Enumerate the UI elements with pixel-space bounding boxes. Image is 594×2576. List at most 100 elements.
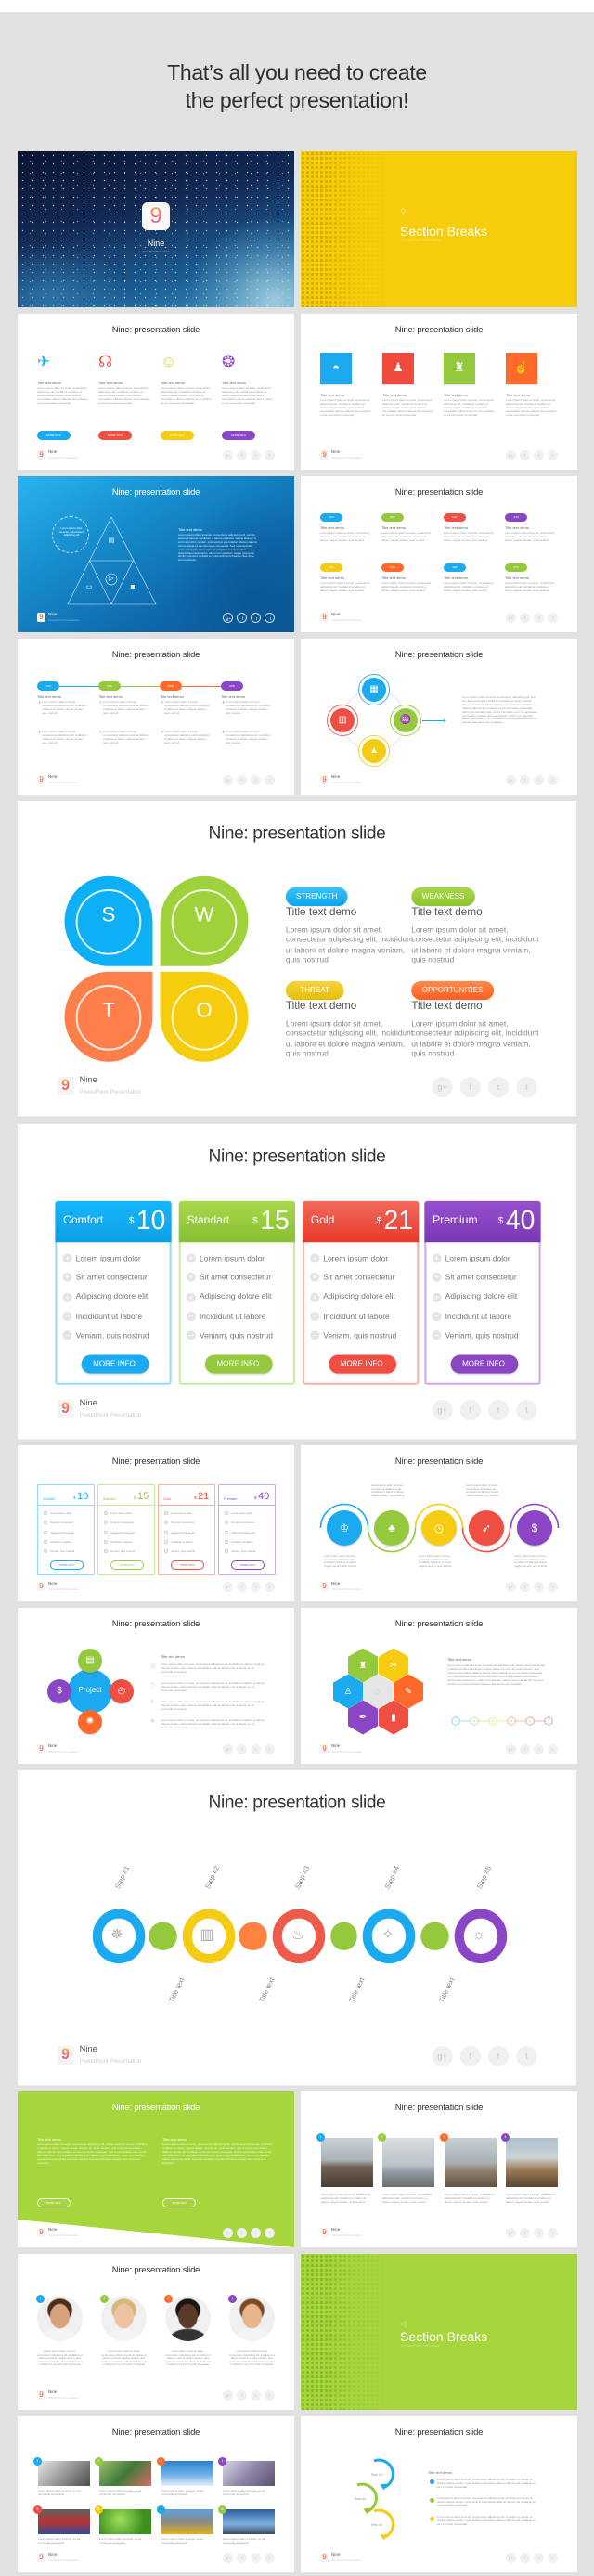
google-plus-button[interactable]: g+	[223, 450, 233, 460]
twitter-button[interactable]: t	[488, 1076, 510, 1098]
google-plus-button[interactable]: g+	[223, 1744, 233, 1754]
google-plus-button[interactable]: g+	[223, 1582, 233, 1592]
google-plus-button[interactable]: g+	[223, 775, 233, 785]
tumblr-button[interactable]: t	[548, 450, 558, 460]
facebook-button[interactable]: f	[520, 613, 530, 623]
google-plus-button[interactable]: g+	[506, 1582, 516, 1592]
facebook-button[interactable]: f	[237, 2228, 247, 2238]
more-info-button[interactable]: MORE INFO	[161, 431, 194, 440]
google-plus-button[interactable]: g+	[432, 2045, 453, 2067]
months-slide[interactable]: Nine: presentation slide JAN Title text de…	[301, 476, 577, 632]
tumblr-button[interactable]: t	[516, 1399, 537, 1421]
more-info-button[interactable]: MORE INFO	[80, 1354, 148, 1374]
swot-petal-s[interactable]: S	[64, 875, 153, 966]
tumblr-button[interactable]: t	[516, 2045, 537, 2067]
section-break-green-slide[interactable]: ◁ Section Breaks X-PowerPoint Presentation	[301, 2254, 577, 2410]
google-plus-button[interactable]: g+	[506, 1744, 516, 1754]
twitter-button[interactable]: t	[251, 450, 261, 460]
tumblr-button[interactable]: t	[265, 613, 275, 623]
step-ring[interactable]: ✧	[362, 1909, 416, 1964]
tumblr-button[interactable]: t	[548, 613, 558, 623]
twitter-button[interactable]: t	[251, 775, 261, 785]
twitter-button[interactable]: t	[534, 450, 544, 460]
step-ring[interactable]: ▥	[181, 1909, 235, 1964]
more-info-button[interactable]: MORE INFO	[110, 1560, 144, 1570]
team-portraits-slide[interactable]: Nine: presentation slide 1 Lorem ipsum dol…	[18, 2254, 294, 2410]
twitter-button[interactable]: t	[251, 2390, 261, 2401]
google-plus-button[interactable]: g+	[506, 2553, 516, 2563]
timeline-slide[interactable]: Nine: presentation slide JAN Title text de…	[18, 639, 294, 795]
photo-grid-slide[interactable]: Nine: presentation slide 1 Lorem ipsum dol…	[18, 2416, 294, 2572]
twitter-button[interactable]: t	[251, 1744, 261, 1754]
twitter-button[interactable]: t	[488, 2045, 510, 2067]
swot-slide[interactable]: Nine: presentation slide S W T O STRENGTH Titl…	[18, 801, 576, 1117]
facebook-button[interactable]: f	[237, 450, 247, 460]
tumblr-button[interactable]: t	[265, 450, 275, 460]
more-info-button[interactable]: MORE INFO	[328, 1354, 396, 1374]
more-info-button[interactable]: MORE INFO	[98, 431, 132, 440]
more-info-button[interactable]: MORE INFO	[449, 1354, 518, 1374]
facebook-button[interactable]: f	[237, 1582, 247, 1592]
facebook-button[interactable]: f	[237, 2553, 247, 2563]
facebook-button[interactable]: f	[237, 2390, 247, 2401]
tumblr-button[interactable]: t	[548, 1744, 558, 1754]
facebook-button[interactable]: f	[459, 1076, 481, 1098]
icons-slide[interactable]: Nine: presentation slide ✈ Title text demo…	[18, 314, 294, 470]
colored-squares-slide[interactable]: Nine: presentation slide ◓ Title text demo…	[301, 314, 577, 470]
tumblr-button[interactable]: t	[548, 2228, 558, 2238]
twitter-button[interactable]: t	[251, 2553, 261, 2563]
tumblr-button[interactable]: t	[265, 2390, 275, 2401]
facebook-button[interactable]: f	[520, 2228, 530, 2238]
triangle-diagram-slide[interactable]: Nine: presentation slide Lorem ipsum dolo…	[18, 476, 294, 632]
twitter-button[interactable]: t	[534, 1582, 544, 1592]
tumblr-button[interactable]: t	[265, 2228, 275, 2238]
google-plus-button[interactable]: g+	[506, 450, 516, 460]
google-plus-button[interactable]: g+	[223, 613, 233, 623]
facebook-button[interactable]: f	[520, 775, 530, 785]
photo-cards-slide[interactable]: Nine: presentation slide 1 Lorem ipsum dol…	[301, 2091, 577, 2247]
step-ring[interactable]: ✵	[91, 1909, 145, 1964]
tumblr-button[interactable]: t	[548, 775, 558, 785]
green-two-column-slide[interactable]: Nine: presentation slide Title text demo L…	[18, 2091, 294, 2247]
wave-circles-slide[interactable]: Nine: presentation slide ♔ Lorem ipsum dol…	[301, 1445, 577, 1601]
more-info-button[interactable]: MORE INFO	[203, 1354, 272, 1374]
more-info-button[interactable]: MORE INFO	[37, 2198, 71, 2207]
steps-timeline-slide[interactable]: Nine: presentation slide ✵ Step #1 Title te…	[18, 1770, 576, 2086]
facebook-button[interactable]: f	[237, 613, 247, 623]
pricing-outline-slide[interactable]: Nine: presentation slide Comfort $10 Lorem …	[18, 1445, 294, 1601]
cycle-diagram-slide[interactable]: Nine: presentation slide ▦ ▥ ♒ ▲ Lorem ipsum …	[301, 639, 577, 795]
twitter-button[interactable]: t	[251, 613, 261, 623]
facebook-button[interactable]: f	[520, 1744, 530, 1754]
tumblr-button[interactable]: t	[265, 2553, 275, 2563]
google-plus-button[interactable]: g+	[223, 2228, 233, 2238]
google-plus-button[interactable]: g+	[223, 2553, 233, 2563]
twitter-button[interactable]: t	[534, 2228, 544, 2238]
twitter-button[interactable]: t	[534, 1744, 544, 1754]
step-ring[interactable]: ☼	[453, 1909, 507, 1964]
cycle-steps-slide[interactable]: Nine: presentation slide Step #1 Step #2 St…	[301, 2416, 577, 2572]
twitter-button[interactable]: t	[534, 2553, 544, 2563]
tumblr-button[interactable]: t	[265, 1582, 275, 1592]
swot-petal-t[interactable]: T	[64, 971, 153, 1062]
twitter-button[interactable]: t	[251, 1582, 261, 1592]
facebook-button[interactable]: f	[459, 1399, 481, 1421]
google-plus-button[interactable]: g+	[506, 613, 516, 623]
google-plus-button[interactable]: g+	[432, 1076, 453, 1098]
google-plus-button[interactable]: g+	[432, 1399, 453, 1421]
facebook-button[interactable]: f	[520, 2553, 530, 2563]
more-info-button[interactable]: MORE INFO	[222, 431, 255, 440]
facebook-button[interactable]: f	[520, 450, 530, 460]
twitter-button[interactable]: t	[251, 2228, 261, 2238]
section-break-yellow-slide[interactable]: ⚲ Section Breaks X-PowerPoint Presentation	[301, 151, 577, 307]
swot-petal-o[interactable]: O	[160, 971, 249, 1062]
more-info-button[interactable]: MORE INFO	[231, 1560, 265, 1570]
twitter-button[interactable]: t	[534, 613, 544, 623]
twitter-button[interactable]: t	[488, 1399, 510, 1421]
facebook-button[interactable]: f	[237, 775, 247, 785]
tumblr-button[interactable]: t	[516, 1076, 537, 1098]
tumblr-button[interactable]: t	[548, 1582, 558, 1592]
cover-slide[interactable]: 9 Nine PowerPoint Presentation	[18, 151, 294, 307]
more-info-button[interactable]: MORE INFO	[162, 2198, 196, 2207]
facebook-button[interactable]: f	[459, 2045, 481, 2067]
more-info-button[interactable]: MORE INFO	[50, 1560, 84, 1570]
